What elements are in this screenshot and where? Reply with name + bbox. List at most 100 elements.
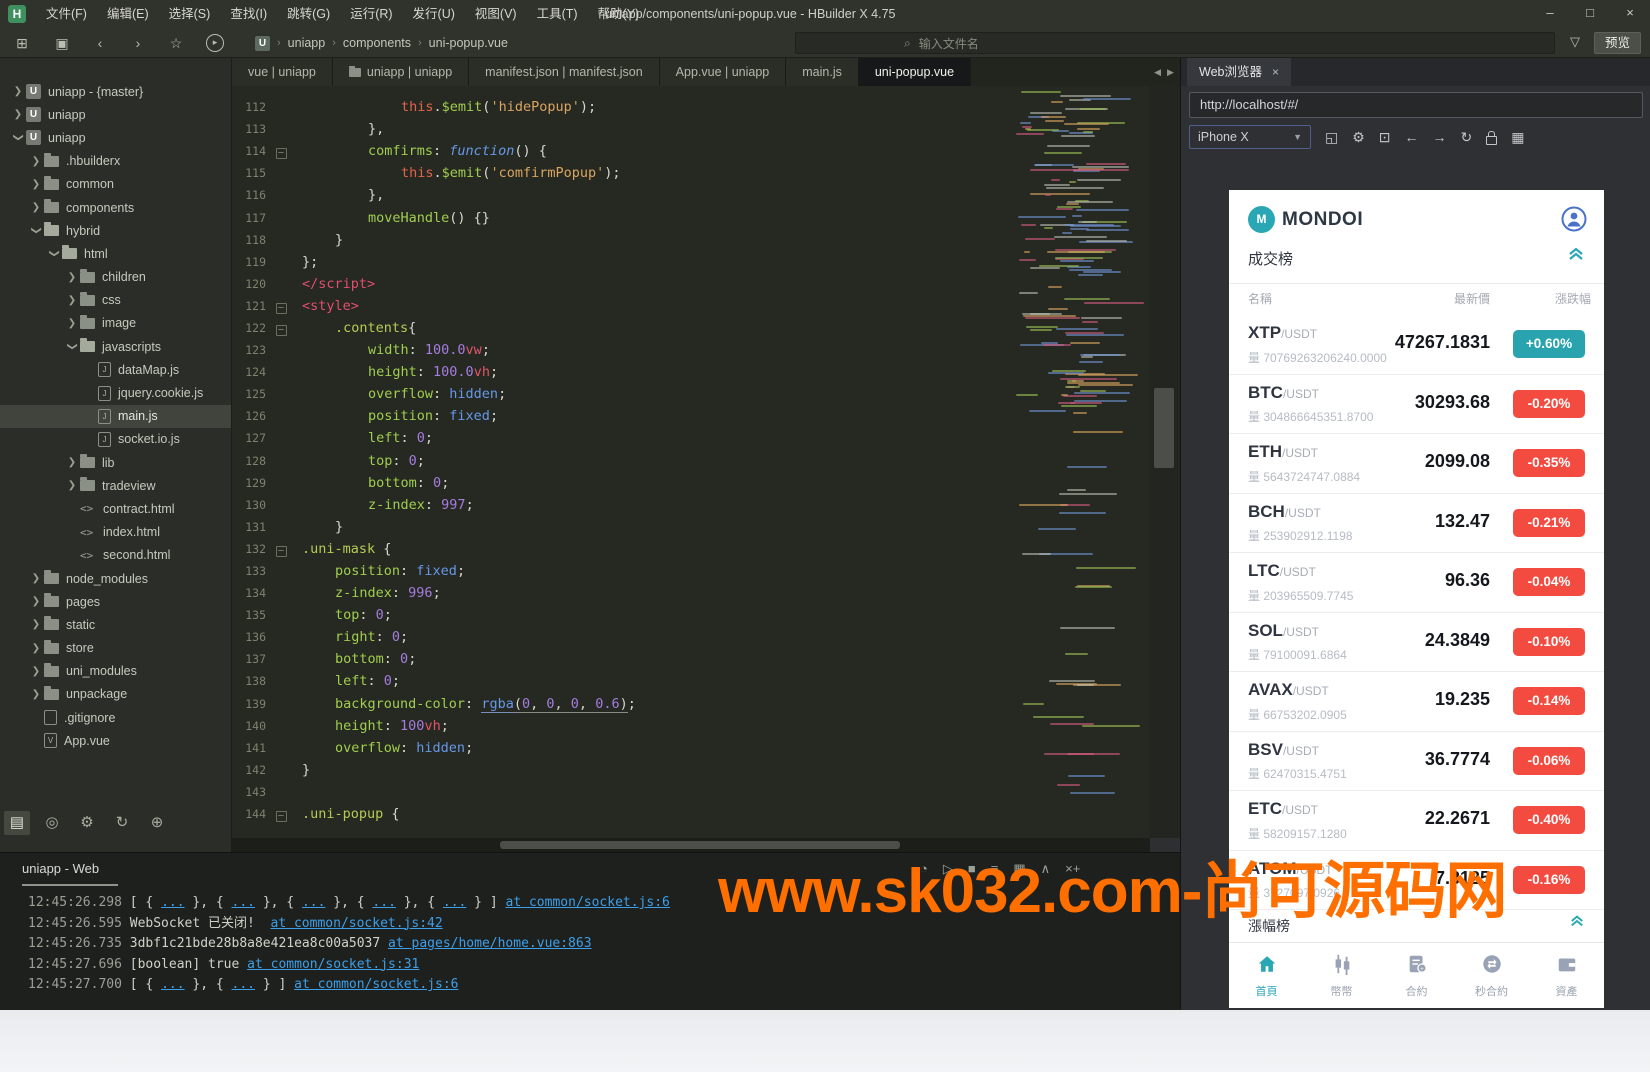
- tree-item-image[interactable]: ❯ image: [0, 312, 231, 335]
- nav-item-合約[interactable]: + 合約: [1379, 943, 1454, 1008]
- nav-item-幣幣[interactable]: 幣幣: [1304, 943, 1379, 1008]
- console-icon[interactable]: ⊡: [1379, 129, 1391, 146]
- star-icon[interactable]: ☆: [164, 31, 188, 55]
- tree-item-jquery.cookie.js[interactable]: Jjquery.cookie.js: [0, 381, 231, 404]
- search-view-icon[interactable]: ◎: [39, 811, 65, 835]
- code-line[interactable]: 119};: [232, 251, 1010, 273]
- fold-marker-icon[interactable]: –: [272, 806, 290, 823]
- tree-item-html[interactable]: ❯ html: [0, 242, 231, 265]
- editor-tab-main.js[interactable]: main.js: [786, 58, 859, 86]
- code-line[interactable]: 116},: [232, 184, 1010, 206]
- run-icon[interactable]: ▸: [206, 34, 224, 52]
- code-line[interactable]: 135 top: 0;: [232, 604, 1010, 626]
- back-icon[interactable]: ‹: [88, 31, 112, 55]
- code-line[interactable]: 128 top: 0;: [232, 450, 1010, 472]
- console-link[interactable]: at common/socket.js:42: [271, 916, 443, 931]
- code-line[interactable]: 115 this.$emit('comfirmPopup');: [232, 162, 1010, 184]
- code-line[interactable]: 137 bottom: 0;: [232, 648, 1010, 670]
- menu-item-工具[interactable]: 工具(T): [527, 0, 588, 28]
- tab-scroll-right-icon[interactable]: ▶: [1167, 67, 1174, 78]
- nav-item-資產[interactable]: 資產: [1529, 943, 1604, 1008]
- tab-scroll-arrows[interactable]: ◀ ▶: [1148, 58, 1180, 86]
- code-line[interactable]: 140 height: 100vh;: [232, 715, 1010, 737]
- tree-item-.hbuilderx[interactable]: ❯ .hbuilderx: [0, 150, 231, 173]
- save-icon[interactable]: ▣: [50, 31, 74, 55]
- tree-item-unpackage[interactable]: ❯ unpackage: [0, 683, 231, 706]
- tree-item-javascripts[interactable]: ❯ javascripts: [0, 335, 231, 358]
- code-line[interactable]: 124 height: 100.0vh;: [232, 361, 1010, 383]
- menu-item-文件[interactable]: 文件(F): [36, 0, 97, 28]
- tree-item-uniapp[interactable]: ❯ Uuniapp: [0, 126, 231, 149]
- fold-marker-icon[interactable]: –: [272, 541, 290, 557]
- code-line[interactable]: 133 position: fixed;: [232, 560, 1010, 582]
- device-select[interactable]: iPhone X ▼: [1189, 125, 1311, 149]
- menu-item-选择[interactable]: 选择(S): [159, 0, 221, 28]
- breadcrumb-segment[interactable]: uniapp: [288, 36, 326, 50]
- market-row-BTC[interactable]: BTC/USDT 量 304866645351.8700 30293.68 -0.20…: [1229, 375, 1604, 434]
- files-view-icon[interactable]: ▤: [4, 811, 30, 835]
- tree-item-node-modules[interactable]: ❯ node_modules: [0, 567, 231, 590]
- refresh-icon[interactable]: ↻: [1461, 129, 1473, 146]
- tree-item-css[interactable]: ❯ css: [0, 289, 231, 312]
- tree-item-uni-modules[interactable]: ❯ uni_modules: [0, 660, 231, 683]
- tree-item-hybrid[interactable]: ❯ hybrid: [0, 219, 231, 242]
- code-line[interactable]: 113},: [232, 118, 1010, 140]
- code-line[interactable]: 134 z-index: 996;: [232, 582, 1010, 604]
- close-icon[interactable]: ×: [1272, 58, 1279, 86]
- close-button[interactable]: ×: [1610, 0, 1650, 28]
- code-line[interactable]: 139 background-color: rgba(0, 0, 0, 0.6);: [232, 693, 1010, 715]
- code-line[interactable]: 132– .uni-mask {: [232, 538, 1010, 560]
- market-row-XTP[interactable]: XTP/USDT 量 70769263206240.0000 47267.1831 +…: [1229, 315, 1604, 375]
- code-line[interactable]: 125 overflow: hidden;: [232, 383, 1010, 405]
- console-link[interactable]: ...: [232, 895, 255, 910]
- debug-view-icon[interactable]: ⚙: [74, 811, 100, 835]
- console-link[interactable]: at pages/home/home.vue:863: [388, 936, 592, 951]
- scrollbar-thumb[interactable]: [1154, 388, 1174, 468]
- url-bar[interactable]: http://localhost/#/: [1189, 92, 1643, 118]
- gear-icon[interactable]: ⚙: [1352, 129, 1365, 146]
- tree-item-uniapp[interactable]: ❯ Uuniapp: [0, 103, 231, 126]
- menu-item-跳转[interactable]: 跳转(G): [277, 0, 340, 28]
- tree-item-static[interactable]: ❯ static: [0, 613, 231, 636]
- console-link[interactable]: ...: [372, 895, 395, 910]
- tab-scroll-left-icon[interactable]: ◀: [1154, 67, 1161, 78]
- back-icon[interactable]: ←: [1405, 129, 1419, 145]
- editor-tab-App.vue[interactable]: App.vue | uniapp: [659, 58, 787, 86]
- fold-marker-icon[interactable]: –: [272, 320, 290, 336]
- user-avatar-icon[interactable]: [1561, 206, 1587, 232]
- code-line[interactable]: 118}: [232, 229, 1010, 251]
- market-row-SOL[interactable]: SOL/USDT 量 79100091.6864 24.3849 -0.10%: [1229, 613, 1604, 672]
- code-line[interactable]: 142}: [232, 759, 1010, 781]
- tree-item-.gitignore[interactable]: .gitignore: [0, 706, 231, 729]
- market-row-BCH[interactable]: BCH/USDT 量 253902912.1198 132.47 -0.21%: [1229, 494, 1604, 553]
- code-line[interactable]: 114– comfirms: function() {: [232, 140, 1010, 162]
- market-row-ETH[interactable]: ETH/USDT 量 5643724747.0884 2099.08 -0.35%: [1229, 434, 1604, 494]
- new-file-icon[interactable]: ⊞: [10, 31, 34, 55]
- fold-marker-icon[interactable]: –: [272, 143, 290, 160]
- collapse-icon[interactable]: [1569, 914, 1585, 933]
- collapse-icon[interactable]: [1567, 246, 1585, 267]
- tree-item-index.html[interactable]: <> index.html: [0, 521, 231, 544]
- fold-marker-icon[interactable]: –: [272, 298, 290, 314]
- browser-view-icon[interactable]: ⊕: [144, 811, 170, 835]
- editor-tab-uniapp[interactable]: uniapp | uniapp: [332, 58, 470, 86]
- nav-item-首頁[interactable]: 首頁: [1229, 943, 1304, 1008]
- market-row-BSV[interactable]: BSV/USDT 量 62470315.4751 36.7774 -0.06%: [1229, 732, 1604, 791]
- tree-item-common[interactable]: ❯ common: [0, 173, 231, 196]
- code-line[interactable]: 123 width: 100.0vw;: [232, 339, 1010, 361]
- code-line[interactable]: 122– .contents{: [232, 317, 1010, 339]
- preview-button[interactable]: 预览: [1594, 32, 1642, 54]
- code-line[interactable]: 117 moveHandle() {}: [232, 206, 1010, 228]
- console-link[interactable]: at common/socket.js:6: [506, 895, 670, 910]
- forward-icon[interactable]: →: [1433, 129, 1447, 145]
- tree-item-lib[interactable]: ❯ lib: [0, 451, 231, 474]
- menu-item-发行[interactable]: 发行(U): [403, 0, 465, 28]
- tree-item-store[interactable]: ❯ store: [0, 637, 231, 660]
- tree-item-uniapp-master-[interactable]: ❯ Uuniapp - {master}: [0, 80, 231, 103]
- editor-tab-manifest.json[interactable]: manifest.json | manifest.json: [469, 58, 660, 86]
- market-row-LTC[interactable]: LTC/USDT 量 203965509.7745 96.36 -0.04%: [1229, 553, 1604, 613]
- maximize-button[interactable]: □: [1570, 0, 1610, 28]
- forward-icon[interactable]: ›: [126, 31, 150, 55]
- breadcrumb-segment[interactable]: uni-popup.vue: [429, 36, 508, 50]
- market-row-AVAX[interactable]: AVAX/USDT 量 66753202.0905 19.235 -0.14%: [1229, 672, 1604, 732]
